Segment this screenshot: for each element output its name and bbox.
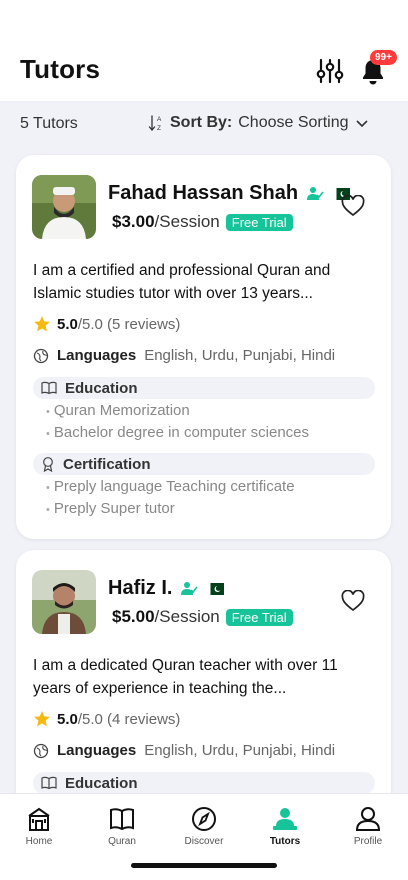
languages: Languages English, Urdu, Punjabi, Hindi [33,347,335,364]
tab-discover[interactable]: Discover [169,806,239,847]
tutor-name-row: Fahad Hassan Shah [108,182,351,205]
rating-details: /5.0 (5 reviews) [77,315,181,333]
certification-header: Certification [33,453,375,475]
sliders-icon [316,58,344,84]
book-icon [110,808,134,831]
certification-item: Preply Super tutor [46,500,175,517]
tab-quran[interactable]: Quran [87,806,157,847]
globe-icon [33,743,49,758]
tutor-icon [273,808,297,830]
languages-label: Languages [57,742,137,759]
education-label: Education [65,379,138,397]
compass-icon [192,807,216,831]
languages-value: English, Urdu, Punjabi, Hindi [144,742,336,759]
sort-az-icon: A Z [148,115,162,132]
tutor-description: I am a certified and professional Quran … [33,262,331,302]
price-amount: $3.00 [112,212,155,231]
notification-badge: 99+ [370,50,397,65]
price-row: $5.00/Session Free Trial [112,607,293,627]
tutor-name: Hafiz I. [108,577,173,599]
heart-icon [341,589,365,612]
education-item: Quran Memorization [46,402,190,419]
rating-details: /5.0 (4 reviews) [77,710,181,728]
tab-profile[interactable]: Profile [333,806,403,847]
free-trial-badge: Free Trial [225,213,293,231]
verified-tutor-icon [181,581,199,595]
globe-icon [33,348,49,363]
award-icon [43,457,53,472]
avatar [32,570,96,634]
tab-label: Home [25,836,53,847]
sort-value: Choose Sorting [238,114,349,131]
price-amount: $5.00 [112,607,155,626]
tab-label: Tutors [269,836,301,847]
home-icon [28,807,50,831]
tab-label: Quran [108,836,136,847]
price-row: $3.00/Session Free Trial [112,212,293,232]
tab-label: Profile [353,836,383,847]
education-header: Education [33,772,375,794]
languages-label: Languages [57,347,137,364]
star-icon [34,316,50,332]
education-item: Bachelor degree in computer sciences [46,424,309,441]
tab-home[interactable]: Home [4,806,74,847]
svg-text:Z: Z [157,125,161,132]
book-open-icon [41,381,57,395]
chevron-down-icon [355,120,368,128]
tutor-count: 5 Tutors [20,115,78,132]
languages: Languages English, Urdu, Punjabi, Hindi [33,742,335,759]
rating-value: 5.0 [57,315,78,333]
svg-text:A: A [157,116,162,123]
certification-item: Preply language Teaching certificate [46,478,295,495]
list-toolbar: 5 Tutors A Z Sort By: Choose Sorting [0,101,408,145]
filter-button[interactable] [316,58,344,84]
price-unit: /Session [154,607,220,626]
certification-label: Certification [63,455,151,473]
sort-label: Sort By: [170,114,233,131]
tutor-card[interactable]: Hafiz I. $5.00/Session Free Trial I am a… [16,550,391,810]
education-header: Education [33,377,375,399]
tutor-name: Fahad Hassan Shah [108,182,299,204]
session-price: $5.00/Session [112,607,220,627]
page-title: Tutors [20,54,101,84]
pakistan-flag-icon [206,582,225,595]
rating: 5.0/5.0 (4 reviews) [33,710,180,728]
star-icon [34,711,50,727]
price-unit: /Session [154,212,220,231]
favorite-button[interactable] [341,589,365,612]
free-trial-badge: Free Trial [225,608,293,626]
tutor-description: I am a dedicated Quran teacher with over… [33,657,338,697]
tutor-name-row: Hafiz I. [108,577,225,600]
tutor-card[interactable]: Fahad Hassan Shah $3.00/Session Free Tri… [16,155,391,539]
session-price: $3.00/Session [112,212,220,232]
home-indicator [131,863,277,868]
tab-label: Discover [184,836,224,847]
tab-tutors[interactable]: Tutors [250,806,320,847]
profile-icon [355,807,381,831]
avatar [32,175,96,239]
languages-value: English, Urdu, Punjabi, Hindi [144,347,336,364]
verified-tutor-icon [307,186,324,200]
rating-value: 5.0 [57,710,78,728]
app-header: Tutors 99+ [0,0,408,101]
education-label: Education [65,774,138,792]
book-open-icon [41,776,57,790]
favorite-button[interactable] [341,194,365,217]
heart-icon [341,194,365,217]
sort-dropdown[interactable]: A Z Sort By: Choose Sorting [148,114,369,132]
rating: 5.0/5.0 (5 reviews) [33,315,180,333]
